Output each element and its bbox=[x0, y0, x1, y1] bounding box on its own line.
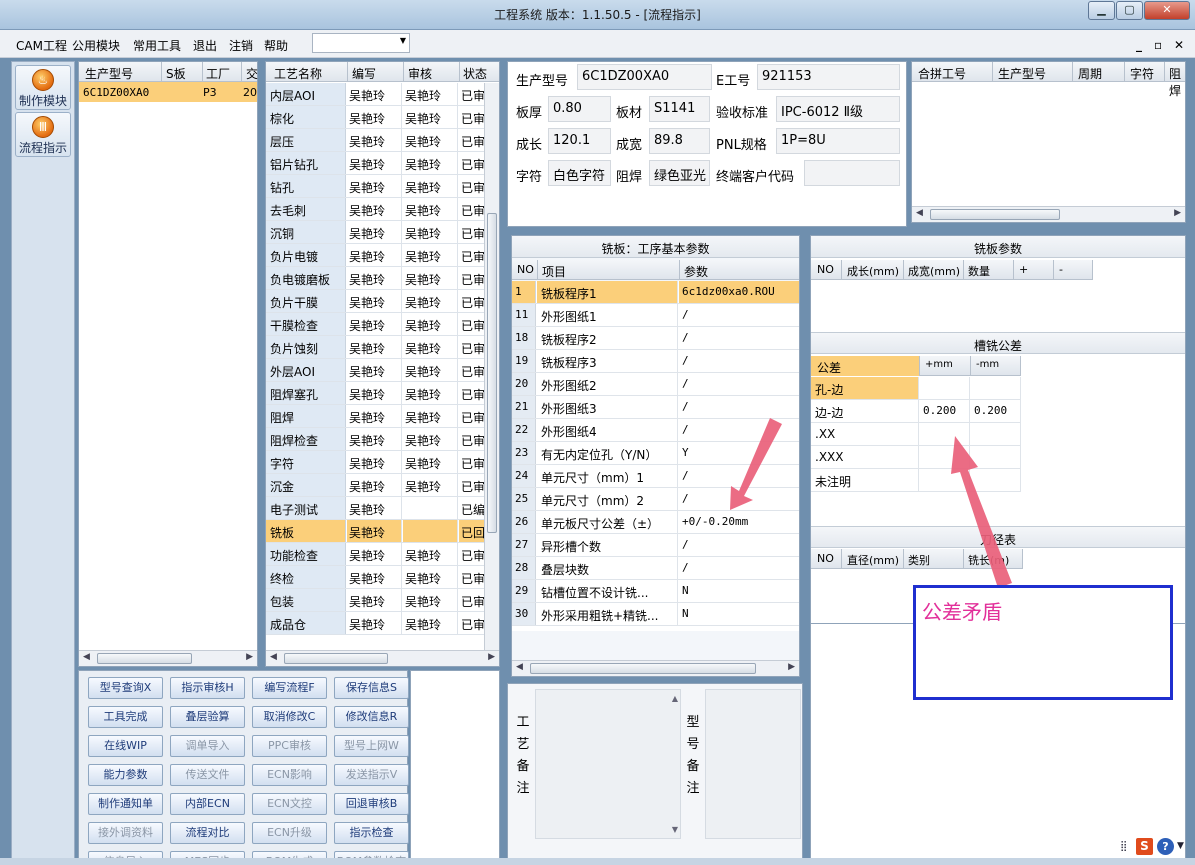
annotation-callout: 公差矛盾 bbox=[913, 585, 1173, 700]
arrow-to-tolerance bbox=[951, 436, 1012, 588]
s-logo-icon[interactable]: S bbox=[1136, 838, 1153, 855]
arrow-to-params bbox=[730, 418, 782, 510]
annotation-text: 公差矛盾 bbox=[922, 600, 1002, 624]
chevron-down-icon[interactable]: ▼ bbox=[1177, 841, 1184, 851]
annotation-arrows bbox=[730, 418, 1012, 588]
taskbar bbox=[0, 858, 1195, 865]
help-icon[interactable]: ? bbox=[1157, 838, 1174, 855]
tray-area: ⣿ S ? ▼ bbox=[1120, 838, 1190, 858]
grip-icon: ⣿ bbox=[1120, 841, 1128, 852]
